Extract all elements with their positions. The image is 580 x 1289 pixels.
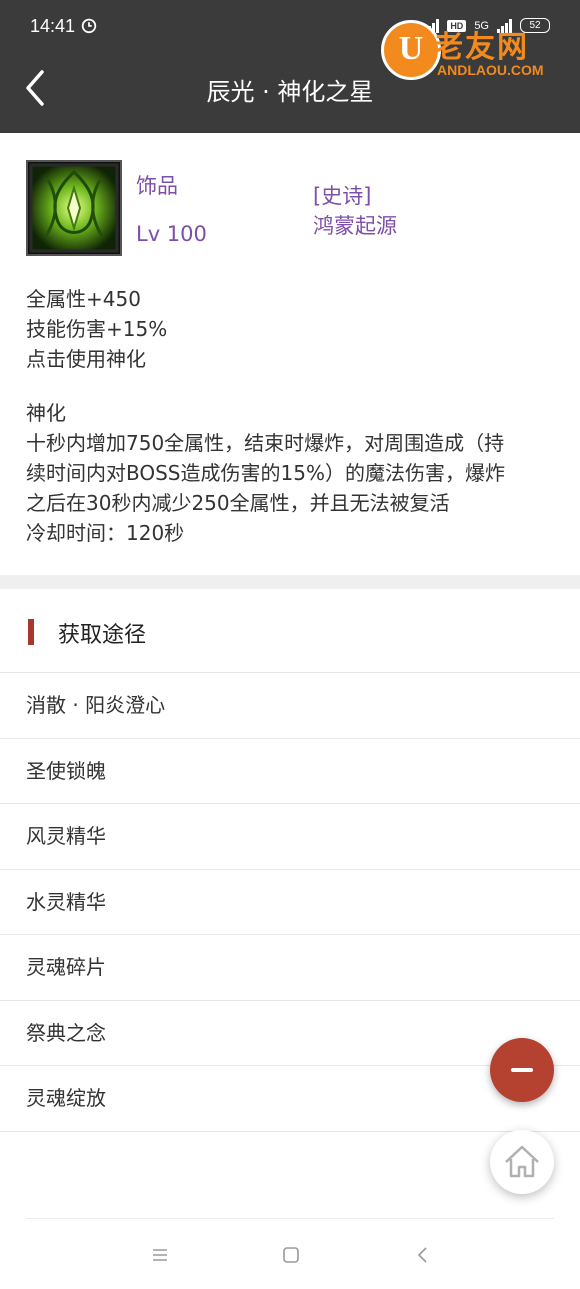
home-fab-button[interactable] <box>490 1130 554 1194</box>
item-rarity: [史诗] <box>313 184 372 208</box>
item-type: 饰品 <box>136 174 178 198</box>
item-set-name: 鸿蒙起源 <box>313 214 397 238</box>
stat-line: 全属性+450 <box>26 287 141 311</box>
item-stats: 全属性+450 技能伤害+15% 点击使用神化 <box>26 284 556 374</box>
skill-cooldown: 冷却时间：120秒 <box>26 521 185 545</box>
page-title: 辰光 · 神化之星 <box>206 78 374 106</box>
collapse-fab-button[interactable] <box>490 1038 554 1102</box>
skill-desc-line: 十秒内增加750全属性，结束时爆炸，对周围造成（持 <box>26 431 505 455</box>
skill-desc-line: 之后在30秒内减少250全属性，并且无法被复活 <box>26 491 450 515</box>
source-item[interactable]: 灵魂碎片 <box>0 935 580 1001</box>
item-artwork <box>29 163 119 253</box>
nav-menu-button[interactable] <box>145 1240 175 1270</box>
nav-back-icon <box>418 1247 427 1263</box>
status-time: 14:41 <box>30 16 76 36</box>
home-icon <box>505 1145 539 1178</box>
watermark-title: 老友网 <box>433 30 529 65</box>
stat-line: 点击使用神化 <box>26 347 146 371</box>
section-divider <box>0 575 580 589</box>
source-item[interactable]: 水灵精华 <box>0 870 580 935</box>
nav-home-button[interactable] <box>276 1240 306 1270</box>
item-icon <box>26 160 122 256</box>
stat-line: 技能伤害+15% <box>26 317 168 341</box>
sources-header: 获取途径 <box>0 589 580 673</box>
item-level: Lv 100 <box>136 222 207 246</box>
skill-desc-line: 续时间内对BOSS造成伤害的15%）的魔法伤害，爆炸 <box>26 461 505 485</box>
square-home-icon <box>283 1247 299 1263</box>
nav-divider <box>26 1218 554 1219</box>
alarm-clock-icon <box>81 18 97 34</box>
menu-icon <box>153 1249 167 1261</box>
top-bar: 14:41 4G HD 5G 52 U 老友网 ANDLAOU.COM 辰光 ·… <box>0 0 580 133</box>
minus-icon <box>511 1068 533 1072</box>
sources-title: 获取途径 <box>58 623 147 648</box>
source-item[interactable]: 圣使锁魄 <box>0 739 580 804</box>
skill-name: 神化 <box>26 401 66 425</box>
section-accent-bar <box>28 619 34 645</box>
source-item[interactable]: 风灵精华 <box>0 804 580 870</box>
skill-description: 神化 十秒内增加750全属性，结束时爆炸，对周围造成（持 续时间内对BOSS造成… <box>26 398 556 548</box>
source-item[interactable]: 消散 · 阳炎澄心 <box>0 673 580 739</box>
watermark-logo: U <box>381 20 441 80</box>
nav-back-button[interactable] <box>408 1240 438 1270</box>
